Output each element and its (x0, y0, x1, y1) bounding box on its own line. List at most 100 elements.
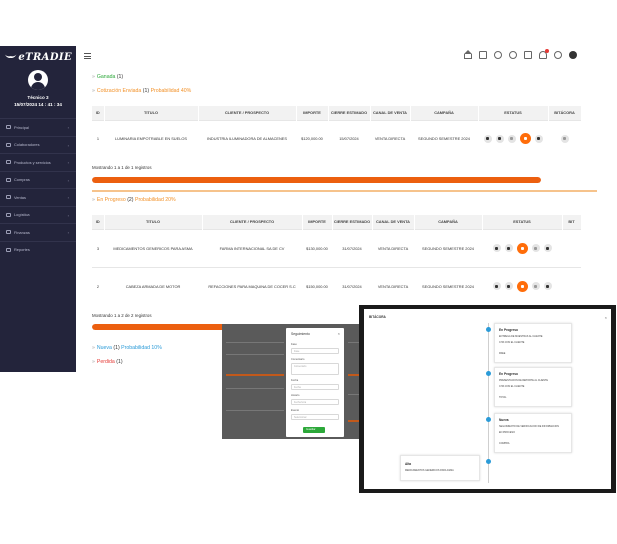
location-pin-icon[interactable] (509, 51, 517, 59)
help-icon[interactable] (554, 51, 562, 59)
column-header[interactable]: IMPORTE (296, 106, 329, 120)
log-timeline-screenshot: BITÁCORA × En Progreso ENTREGA DE MUESTR… (359, 305, 616, 493)
binoculars-icon[interactable] (504, 244, 513, 252)
column-header[interactable]: CAMPAÑA (414, 215, 483, 229)
close-icon[interactable]: × (338, 331, 340, 336)
settings-icon[interactable] (494, 51, 502, 59)
timeline-meta: TOTAL (499, 396, 507, 399)
table-row[interactable]: 1 LUMINARIA EMPOTRABLE EN SUELOS INDUSTR… (92, 119, 581, 157)
thumbs-up-icon[interactable] (543, 244, 552, 252)
thumbs-down-icon[interactable] (492, 282, 501, 291)
timeline-stage: En Progreso (499, 372, 518, 376)
column-header[interactable]: TITULO (104, 106, 199, 120)
column-header[interactable]: IMPORTE (302, 215, 333, 229)
table-scrollbar[interactable] (92, 177, 541, 183)
stage-cotizacion[interactable]: » Cotización Enviada (1) Probabilidad 40% (92, 88, 191, 94)
status-active-button[interactable] (516, 242, 528, 254)
chevron-right-icon: › (67, 160, 69, 165)
stage-perdida[interactable]: » Perdida (1) (92, 359, 123, 365)
calendar-icon[interactable] (524, 51, 532, 59)
status-active-button[interactable] (516, 280, 528, 292)
timeline-card[interactable]: Nueva SEGUIMIENTO DE VERIFICACION DE INF… (494, 413, 572, 453)
column-header[interactable]: ID (92, 215, 105, 229)
cell-status (482, 228, 562, 267)
column-header[interactable]: ESTATUS (482, 215, 563, 229)
column-header[interactable]: ESTATUS (478, 106, 549, 120)
cart-icon (6, 177, 11, 182)
brand-logo[interactable]: eTRADIE (4, 50, 72, 64)
modal-title: Seguimiento (291, 332, 310, 336)
timeline-stage: Alta (405, 462, 412, 466)
plus-icon[interactable] (507, 134, 516, 143)
stage-en-progreso[interactable]: » En Progreso (2) Probabilidad 20% (92, 197, 176, 203)
column-header[interactable]: TITULO (104, 215, 203, 229)
column-header[interactable]: CLIENTE / PROSPECTO (202, 215, 303, 229)
table-row[interactable]: 3 MEDICAMENTOS GENERICOS PARA ASMA FARMA… (92, 228, 581, 267)
event-select[interactable]: Seleccionar (291, 414, 339, 420)
table-row[interactable]: 2 CABEZA ARMADA DE MOTOR REFACCIONES PAR… (92, 266, 581, 305)
column-header[interactable]: BIT (562, 215, 582, 229)
binoculars-icon[interactable] (504, 282, 513, 291)
menu-toggle-icon[interactable] (84, 53, 91, 59)
document-icon[interactable] (479, 51, 487, 59)
sidebar-item-reportes[interactable]: Reportes (0, 240, 76, 259)
home-icon[interactable] (464, 50, 472, 59)
user-avatar[interactable] (28, 70, 48, 90)
phase-select[interactable]: Fase (291, 348, 339, 354)
stage-count: (1) (116, 359, 123, 365)
comment-textarea[interactable]: Comentario (291, 363, 339, 375)
table-scrollbar[interactable] (92, 324, 232, 330)
thumbs-up-icon[interactable] (543, 282, 552, 291)
thumbs-down-icon[interactable] (483, 134, 492, 143)
bell-icon[interactable] (539, 49, 549, 59)
stage-ganada[interactable]: » Ganada (1) (92, 74, 123, 80)
timeline-card[interactable]: En Progreso PRESENTACION DE REPORTE AL C… (494, 367, 572, 407)
sidebar-item-compras[interactable]: Compras › (0, 170, 76, 189)
sidebar-item-productos[interactable]: Productos y servicios › (0, 153, 76, 171)
cell-close-date: 31/07/2024 (332, 228, 372, 267)
column-header[interactable]: ID (92, 106, 105, 120)
table-header-row: ID TITULO CLIENTE / PROSPECTO IMPORTE CI… (92, 106, 582, 120)
stage-count: (1) (113, 345, 120, 351)
bull-horns-icon (4, 54, 17, 58)
column-header[interactable]: CANAL DE VENTA (370, 106, 411, 120)
sidebar-item-logistica[interactable]: Logística › (0, 205, 76, 224)
column-header[interactable]: CIERRE ESTIMADO (328, 106, 371, 120)
profile-icon[interactable] (569, 51, 577, 59)
scrollbar-thumb[interactable] (92, 177, 541, 183)
circle-icon[interactable] (531, 244, 540, 252)
timeline-card[interactable]: En Progreso ENTREGA DE MUESTRAS AL CLIEN… (494, 323, 572, 363)
scrollbar-thumb[interactable] (92, 324, 232, 330)
timeline-card[interactable]: Alta MEDICAMENTOS GENERICOS PARA ASMA (400, 455, 480, 481)
column-header[interactable]: BITÁCORA (548, 106, 582, 120)
cell-campaign: SEGUNDO SEMESTRE 2024 (414, 228, 482, 267)
timeline-text: CITA CON EL CLIENTE (499, 385, 525, 388)
column-header[interactable]: CIERRE ESTIMADO (332, 215, 373, 229)
sidebar-item-ventas[interactable]: Ventas › (0, 188, 76, 206)
binoculars-icon[interactable] (495, 134, 504, 143)
chevron-right-icon: › (67, 195, 69, 200)
date-input[interactable]: Fecha (291, 384, 339, 390)
sidebar-item-label: Ventas (14, 194, 26, 200)
sidebar-item-finanzas[interactable]: Finanzas › (0, 223, 76, 241)
cell-log (562, 228, 581, 267)
close-icon[interactable]: × (605, 315, 607, 320)
field-label: Fase (291, 343, 297, 346)
column-header[interactable]: CANAL DE VENTA (372, 215, 415, 229)
circle-icon[interactable] (531, 282, 540, 291)
sidebar-item-colaboradores[interactable]: Colaboradores › (0, 135, 76, 154)
column-header[interactable]: CAMPAÑA (410, 106, 479, 120)
stage-nueva[interactable]: » Nueva (1) Probabilidad 10% (92, 345, 162, 351)
time-input[interactable]: Fecha hora (291, 399, 339, 405)
history-icon[interactable] (560, 134, 569, 143)
thumbs-down-icon[interactable] (492, 244, 501, 252)
sidebar-item-principal[interactable]: Principal › (0, 118, 76, 136)
chevron-icon: » (92, 345, 95, 351)
timeline-meta: COMPRA (499, 442, 510, 445)
timeline-marker (486, 459, 491, 464)
save-button[interactable]: Guardar (303, 427, 325, 433)
thumbs-up-icon[interactable] (534, 134, 543, 143)
status-active-button[interactable] (519, 133, 531, 145)
log-timeline-panel: BITÁCORA × En Progreso ENTREGA DE MUESTR… (364, 309, 611, 489)
column-header[interactable]: CLIENTE / PROSPECTO (198, 106, 297, 120)
